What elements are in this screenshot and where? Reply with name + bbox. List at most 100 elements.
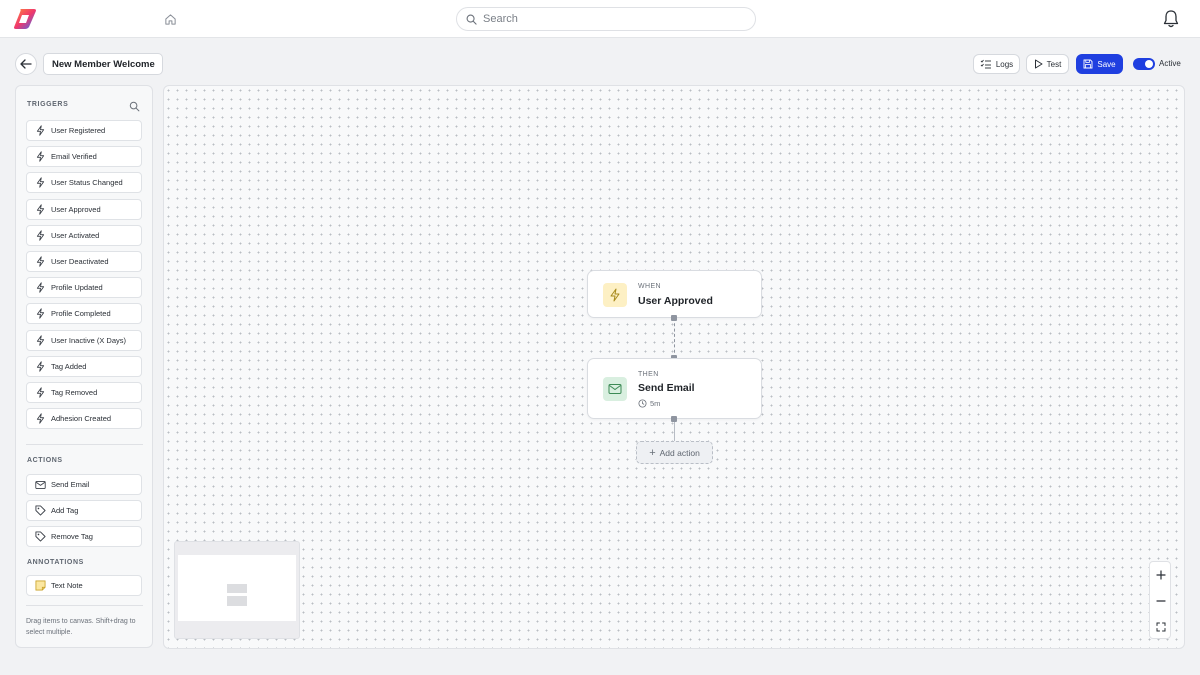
trigger-item-label: User Inactive (X Days) bbox=[51, 335, 127, 345]
minus-icon bbox=[1156, 600, 1166, 602]
action-item-label: Remove Tag bbox=[51, 532, 93, 542]
action-item[interactable]: Add Tag bbox=[26, 500, 142, 522]
floppy-disk-icon bbox=[1083, 59, 1093, 69]
trigger-item[interactable]: User Deactivated bbox=[26, 251, 142, 272]
add-action-connector bbox=[674, 419, 675, 441]
lightning-icon bbox=[35, 125, 46, 136]
trigger-item-label: User Registered bbox=[51, 126, 106, 135]
action-node-label: THEN bbox=[638, 371, 659, 378]
trigger-item-label: User Approved bbox=[51, 204, 101, 214]
active-label: Active bbox=[1159, 59, 1181, 68]
lightning-icon bbox=[35, 177, 46, 189]
zoom-in-button[interactable] bbox=[1150, 562, 1172, 588]
logs-label: Logs bbox=[995, 59, 1014, 69]
palette-hint: Drag items to canvas. Shift+drag to sele… bbox=[26, 618, 136, 636]
trigger-item[interactable]: Adhesion Created bbox=[26, 408, 142, 430]
search-icon bbox=[129, 101, 140, 112]
trigger-item[interactable]: Tag Removed bbox=[26, 382, 142, 403]
lightning-icon bbox=[35, 413, 46, 424]
lightning-icon bbox=[35, 282, 46, 293]
fullscreen-icon bbox=[1156, 622, 1166, 632]
lightning-icon bbox=[35, 308, 46, 320]
trigger-item-label: Profile Completed bbox=[51, 309, 111, 319]
node-connector bbox=[674, 318, 675, 358]
workflow-name-input[interactable] bbox=[43, 53, 163, 75]
actions-title: ACTIONS bbox=[27, 457, 63, 464]
lightning-icon bbox=[35, 151, 46, 162]
trigger-item[interactable]: Profile Updated bbox=[26, 277, 142, 299]
annotations-title: ANNOTATIONS bbox=[27, 559, 84, 566]
save-button[interactable]: Save bbox=[1076, 54, 1123, 74]
search-input[interactable] bbox=[483, 13, 733, 25]
add-action-button[interactable]: + Add action bbox=[636, 441, 713, 464]
test-button[interactable]: Test bbox=[1026, 54, 1069, 74]
delay-value: 5m bbox=[650, 399, 661, 408]
trigger-item-label: User Activated bbox=[51, 230, 100, 240]
trigger-item[interactable]: User Registered bbox=[26, 120, 142, 141]
action-item[interactable]: Send Email bbox=[26, 474, 142, 495]
action-node-title: Send Email bbox=[638, 382, 695, 394]
action-node-icon-box bbox=[603, 377, 627, 401]
app-logo[interactable] bbox=[12, 7, 38, 31]
top-bar bbox=[0, 0, 1200, 38]
save-label: Save bbox=[1097, 59, 1116, 69]
mail-icon bbox=[35, 479, 46, 490]
action-node-delay: 5m bbox=[638, 399, 660, 408]
bell-icon bbox=[1163, 10, 1179, 28]
lightning-icon bbox=[35, 334, 46, 346]
trigger-item-label: Adhesion Created bbox=[51, 414, 112, 424]
zoom-controls bbox=[1149, 561, 1171, 639]
active-toggle[interactable] bbox=[1133, 58, 1155, 70]
divider bbox=[26, 605, 143, 606]
triggers-title: TRIGGERS bbox=[27, 101, 69, 108]
mail-icon bbox=[608, 384, 622, 394]
trigger-item-label: Tag Added bbox=[51, 361, 87, 371]
logs-button[interactable]: Logs bbox=[973, 54, 1020, 74]
plus-icon bbox=[1156, 570, 1166, 580]
palette-search-button[interactable] bbox=[129, 99, 141, 112]
back-button[interactable] bbox=[15, 53, 37, 75]
trigger-item-label: Tag Removed bbox=[51, 388, 98, 397]
zoom-out-button[interactable] bbox=[1150, 588, 1172, 614]
trigger-output-handle[interactable] bbox=[671, 315, 677, 321]
notifications-button[interactable] bbox=[1162, 9, 1180, 29]
clock-icon bbox=[638, 399, 647, 408]
lightning-icon bbox=[35, 361, 46, 372]
trigger-node[interactable]: WHEN User Approved bbox=[587, 270, 762, 318]
trigger-item[interactable]: Tag Added bbox=[26, 355, 142, 377]
trigger-item[interactable]: User Activated bbox=[26, 224, 142, 246]
fit-view-button[interactable] bbox=[1150, 614, 1172, 640]
trigger-node-title: User Approved bbox=[638, 295, 713, 307]
lightning-icon bbox=[610, 288, 620, 302]
divider bbox=[26, 444, 143, 445]
lightning-icon bbox=[35, 256, 46, 267]
trigger-item[interactable]: Email Verified bbox=[26, 146, 142, 168]
arrow-left-icon bbox=[20, 59, 32, 69]
workflow-canvas[interactable]: WHEN User Approved THEN Send Email 5m + … bbox=[163, 85, 1185, 649]
trigger-node-label: WHEN bbox=[638, 283, 661, 290]
trigger-item-label: User Status Changed bbox=[51, 178, 123, 188]
trigger-node-icon-box bbox=[603, 283, 627, 307]
annotation-item-label: Text Note bbox=[51, 581, 83, 590]
trigger-item[interactable]: User Inactive (X Days) bbox=[26, 329, 142, 351]
search-bar[interactable] bbox=[456, 7, 756, 31]
lightning-icon bbox=[35, 230, 46, 241]
minimap-node bbox=[227, 596, 247, 606]
minimap[interactable] bbox=[174, 541, 300, 639]
trigger-item[interactable]: Profile Completed bbox=[26, 303, 142, 325]
trigger-item-label: Email Verified bbox=[51, 152, 97, 162]
play-icon bbox=[1034, 59, 1043, 69]
add-action-label: Add action bbox=[659, 447, 700, 458]
home-button[interactable] bbox=[160, 9, 180, 29]
annotation-item[interactable]: Text Note bbox=[26, 575, 142, 596]
trigger-item[interactable]: User Status Changed bbox=[26, 172, 142, 194]
note-icon bbox=[35, 580, 46, 591]
node-palette-sidebar: TRIGGERS User Registered Email Verified Us… bbox=[15, 85, 153, 648]
test-label: Test bbox=[1046, 59, 1062, 69]
action-item[interactable]: Remove Tag bbox=[26, 526, 142, 548]
minimap-node bbox=[227, 584, 247, 593]
action-output-handle[interactable] bbox=[671, 416, 677, 422]
tag-icon bbox=[35, 531, 46, 542]
trigger-item[interactable]: User Approved bbox=[26, 198, 142, 220]
action-node[interactable]: THEN Send Email 5m bbox=[587, 358, 762, 419]
